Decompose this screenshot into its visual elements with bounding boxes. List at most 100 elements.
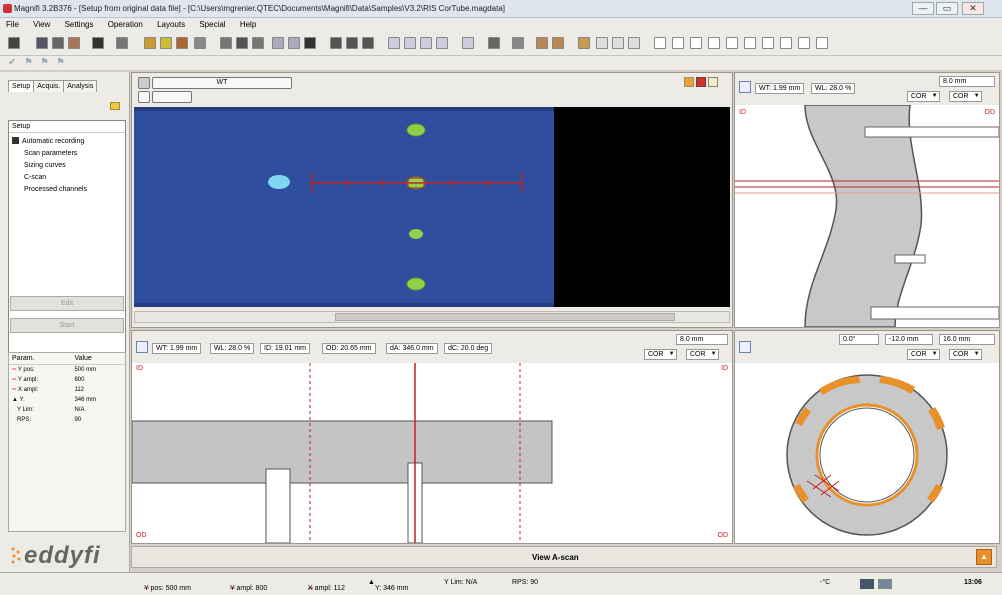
flag-b-icon[interactable]: ⚑: [40, 58, 50, 68]
ascan-combo-1[interactable]: COR: [644, 349, 677, 360]
check-icon[interactable]: ✔: [8, 58, 18, 68]
layout-6-icon[interactable]: [744, 37, 756, 49]
record-icon[interactable]: [304, 37, 316, 49]
logo-text: eddyfi: [24, 542, 101, 569]
cursor-icon[interactable]: [436, 37, 448, 49]
menu-special[interactable]: Special: [193, 18, 231, 29]
cscan-slot[interactable]: [152, 91, 192, 103]
ring-range-field[interactable]: 16.0 mm: [939, 334, 995, 345]
camera-icon[interactable]: [36, 37, 48, 49]
probe-icon[interactable]: [68, 37, 80, 49]
tree-item-sizing-curves[interactable]: Sizing curves: [12, 160, 122, 172]
ring-angle-field[interactable]: 0.0°: [839, 334, 879, 345]
cscan-panel: WT: [131, 72, 733, 328]
layout-3-icon[interactable]: [690, 37, 702, 49]
zoom-out-icon[interactable]: [404, 37, 416, 49]
palette-icon[interactable]: [160, 37, 172, 49]
layout-icon[interactable]: [8, 37, 20, 49]
move-icon[interactable]: [236, 37, 248, 49]
scroll-thumb[interactable]: [335, 313, 675, 321]
edit-button[interactable]: Edit: [10, 296, 124, 311]
defect-bottom: [406, 277, 426, 291]
layout-2-icon[interactable]: [672, 37, 684, 49]
tree-item-automatic-recording[interactable]: Automatic recording: [12, 136, 122, 148]
ascan-combo-2[interactable]: COR: [686, 349, 719, 360]
ascan-range-field[interactable]: 8.0 mm: [676, 334, 728, 345]
flag-a-icon[interactable]: ⚑: [24, 58, 34, 68]
layout-8-icon[interactable]: [780, 37, 792, 49]
tab-analysis[interactable]: Analysis: [63, 80, 98, 92]
fit-icon[interactable]: [420, 37, 432, 49]
menu-operation[interactable]: Operation: [102, 18, 149, 29]
minimize-button[interactable]: —: [912, 2, 934, 15]
color-button-icon[interactable]: [696, 77, 706, 87]
ring-offset-field[interactable]: -12.0 mm: [885, 334, 933, 345]
home-icon[interactable]: [628, 37, 640, 49]
cscan-svg: [134, 107, 554, 307]
layout-9-icon[interactable]: [798, 37, 810, 49]
bscan-range-field[interactable]: 8.0 mm: [939, 76, 995, 87]
folder-icon[interactable]: [110, 102, 120, 110]
cscan-horizontal-scrollbar[interactable]: [134, 311, 730, 323]
paste-icon[interactable]: [362, 37, 374, 49]
close-button[interactable]: ✕: [962, 2, 984, 15]
menu-help[interactable]: Help: [234, 18, 262, 29]
cscan-menu-icon[interactable]: [138, 77, 150, 89]
start-button[interactable]: Start: [10, 318, 124, 333]
tree-item-cscan[interactable]: C-scan: [12, 172, 122, 184]
settings-icon[interactable]: [116, 37, 128, 49]
layout-5-icon[interactable]: [726, 37, 738, 49]
channel-selector[interactable]: WT: [152, 77, 292, 89]
ascan-settings-icon[interactable]: [136, 341, 148, 353]
ring-settings-icon[interactable]: [739, 341, 751, 353]
cscan-toolbar: WT: [136, 75, 730, 103]
layout-4-icon[interactable]: [708, 37, 720, 49]
menu-view[interactable]: View: [27, 18, 56, 29]
ring-combo-2[interactable]: COR: [949, 349, 982, 360]
expand-up-button[interactable]: ▲: [976, 549, 992, 565]
save-icon[interactable]: [92, 37, 104, 49]
checkbox-icon[interactable]: [12, 137, 19, 144]
layout-7-icon[interactable]: [762, 37, 774, 49]
undo-icon[interactable]: [272, 37, 284, 49]
menu-settings[interactable]: Settings: [59, 18, 100, 29]
tab-acquis[interactable]: Acquis.: [33, 80, 65, 92]
layout-1-icon[interactable]: [654, 37, 666, 49]
layout-10-icon[interactable]: [816, 37, 828, 49]
arrow-right-icon[interactable]: [252, 37, 264, 49]
brush-icon[interactable]: [578, 37, 590, 49]
menu-file[interactable]: File: [0, 18, 25, 29]
flag-icon[interactable]: [536, 37, 548, 49]
info-button-icon[interactable]: [708, 77, 718, 87]
ring-svg: [786, 374, 948, 536]
report-icon[interactable]: [512, 37, 524, 49]
copy-icon[interactable]: [346, 37, 358, 49]
cscan-minus-icon[interactable]: [138, 91, 150, 103]
redo-icon[interactable]: [288, 37, 300, 49]
bscan-combo-1[interactable]: COR: [907, 91, 940, 102]
zoom-in-icon[interactable]: [388, 37, 400, 49]
bscan-combo-2[interactable]: COR: [949, 91, 982, 102]
ring-combo-1[interactable]: COR: [907, 349, 940, 360]
chart-icon[interactable]: [176, 37, 188, 49]
eraser-icon[interactable]: [596, 37, 608, 49]
ruler-icon[interactable]: [488, 37, 500, 49]
pencil-icon[interactable]: [144, 37, 156, 49]
tree-item-processed-channels[interactable]: Processed channels: [12, 184, 122, 196]
palette-button-icon[interactable]: [684, 77, 694, 87]
marker-icon[interactable]: [552, 37, 564, 49]
measure-icon[interactable]: [194, 37, 206, 49]
document-icon[interactable]: [330, 37, 342, 49]
arrow-left-icon[interactable]: [220, 37, 232, 49]
lock-icon[interactable]: [612, 37, 624, 49]
tree-item-scan-parameters[interactable]: Scan parameters: [12, 148, 122, 160]
battery-icon: [878, 579, 892, 589]
maximize-button[interactable]: ▭: [936, 2, 958, 15]
menu-layouts[interactable]: Layouts: [151, 18, 191, 29]
bscan-settings-icon[interactable]: [739, 81, 751, 93]
cscan-plot[interactable]: [134, 107, 730, 307]
grid-icon[interactable]: [52, 37, 64, 49]
filter-icon[interactable]: [462, 37, 474, 49]
tab-setup[interactable]: Setup: [8, 80, 35, 92]
flag-c-icon[interactable]: ⚑: [56, 58, 66, 68]
